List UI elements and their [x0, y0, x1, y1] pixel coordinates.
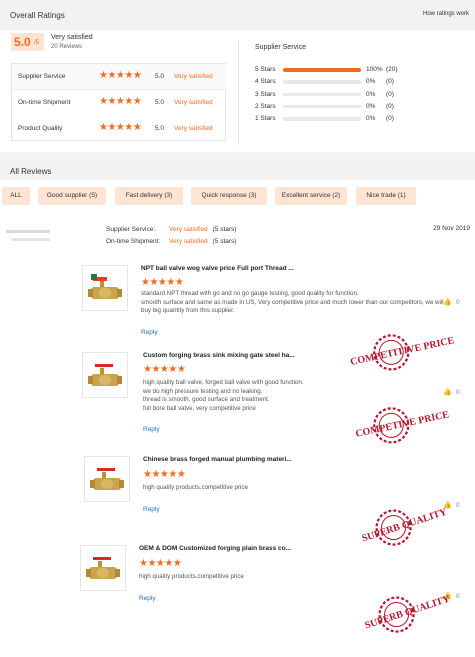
distribution-bar	[283, 104, 361, 109]
distribution-count: (0)	[386, 115, 394, 123]
distribution-bar	[283, 68, 361, 72]
filter-good-supplier[interactable]: Good supplier (5)	[38, 187, 106, 205]
distribution-percent: 0%	[366, 78, 376, 86]
distribution-percent: 100%	[366, 66, 383, 73]
reviewer-name-blurred	[6, 230, 50, 233]
review-shipment-label: On-time Shipment:	[106, 238, 161, 245]
metric-row-on-time-shipment: On-time Shipment ★★★★★ 5.0 Very satisfie…	[12, 90, 227, 116]
metric-row-product-quality: Product Quality ★★★★★ 5.0 Very satisfied	[12, 116, 227, 142]
section-separator	[0, 152, 475, 160]
product-title-link[interactable]: Chinese brass forged manual plumbing mat…	[143, 456, 292, 463]
how-ratings-work-link[interactable]: How ratings work	[423, 11, 469, 17]
star-level-label: 4 Stars	[255, 78, 276, 86]
reply-link[interactable]: Reply	[143, 426, 160, 433]
reviewer-country-blurred	[12, 238, 50, 241]
product-thumbnail[interactable]	[84, 456, 130, 502]
review-supplier-service: Supplier Service:	[106, 226, 155, 233]
distribution-percent: 0%	[366, 90, 376, 98]
star-level-label: 5 Stars	[255, 66, 276, 73]
distribution-count: (20)	[386, 66, 398, 73]
star-level-label: 1 Stars	[255, 115, 276, 123]
metric-label: Product Quality	[18, 125, 63, 132]
star-distribution-row: 1 Stars 0% (0)	[255, 115, 475, 125]
distribution-bar	[283, 92, 361, 97]
review-shipment-rating: Very satisfied (5 stars)	[169, 238, 236, 245]
metric-verdict: Very satisfied	[174, 73, 213, 80]
review-body-text: high quality products.competitive price	[143, 484, 248, 491]
overall-verdict: Very satisfied	[51, 34, 93, 41]
review-supplier-rating: Very satisfied (5 stars)	[169, 226, 236, 233]
filter-fast-delivery[interactable]: Fast delivery (3)	[115, 187, 183, 205]
metric-score: 5.0	[155, 99, 165, 106]
rating-metrics-table: Supplier Service ★★★★★ 5.0 Very satisfie…	[11, 63, 227, 142]
metric-row-supplier-service: Supplier Service ★★★★★ 5.0 Very satisfie…	[12, 64, 227, 90]
distribution-bar	[283, 80, 361, 84]
review-stamp-icon: COMPETIVE PRICE	[345, 393, 460, 455]
distribution-percent: 0%	[366, 115, 376, 123]
product-star-rating-icon: ★★★★★	[143, 364, 186, 375]
review-shipment-stars: (5 stars)	[212, 238, 237, 245]
all-reviews-title: All Reviews	[10, 167, 52, 176]
distribution-bar	[283, 117, 361, 121]
filter-excellent-service[interactable]: Excellent service (2)	[275, 187, 347, 205]
review-supplier-stars: (5 stars)	[212, 226, 237, 233]
review-shipment-value: Very satisfied	[169, 238, 208, 245]
star-level-label: 3 Stars	[255, 90, 276, 98]
product-star-rating-icon: ★★★★★	[143, 469, 186, 480]
reply-link[interactable]: Reply	[143, 506, 160, 513]
product-star-rating-icon: ★★★★★	[141, 277, 184, 288]
review-supplier-label: Supplier Service:	[106, 226, 156, 233]
star-level-label: 2 Stars	[255, 102, 276, 110]
filter-quick-response[interactable]: Quick response (3)	[191, 187, 267, 205]
review-stamp-icon: COMPETITIVE PRICE	[345, 320, 460, 382]
metric-label: On-time Shipment	[18, 99, 71, 106]
reviews-count: 20 Reviews	[51, 44, 83, 50]
filter-nice-trade[interactable]: Nice trade (1)	[356, 187, 416, 205]
product-title-link[interactable]: Custom forging brass sink mixing gate st…	[143, 352, 295, 359]
product-thumbnail[interactable]	[80, 545, 126, 591]
metric-verdict: Very satisfied	[174, 125, 213, 132]
metric-verdict: Very satisfied	[174, 99, 213, 106]
product-title-link[interactable]: OEM & DOM Customized forging plain brass…	[139, 545, 291, 552]
review-stamp-icon: SUPERB QUALITY	[350, 581, 465, 643]
product-title-link[interactable]: NPT ball valve wog valve price Full port…	[141, 265, 294, 272]
star-rating-icon: ★★★★★	[99, 96, 142, 107]
review-stamp-icon: SUPERB QUALITY	[347, 494, 462, 556]
overall-score: 5.0	[14, 35, 31, 49]
thumbs-up-icon[interactable]: 👍	[443, 298, 452, 306]
metric-score: 5.0	[155, 125, 165, 132]
review-on-time-shipment: On-time Shipment:	[106, 238, 160, 245]
distribution-percent: 0%	[366, 102, 376, 110]
reply-link[interactable]: Reply	[139, 595, 156, 602]
section-divider	[238, 40, 239, 145]
star-rating-icon: ★★★★★	[99, 70, 142, 81]
review-date: 29 Nov 2019	[433, 225, 470, 232]
filter-all[interactable]: ALL	[2, 187, 30, 205]
review-supplier-value: Very satisfied	[169, 226, 208, 233]
star-distribution-row: 3 Stars 0% (0)	[255, 91, 475, 101]
star-distribution-row: 2 Stars 0% (0)	[255, 103, 475, 113]
overall-score-denominator: /5	[34, 40, 40, 46]
star-distribution-row: 4 Stars 0% (0)	[255, 78, 475, 88]
review-body-text: standard NPT thread with go and no go ga…	[141, 290, 444, 314]
distribution-count: (0)	[386, 90, 394, 98]
metric-score: 5.0	[155, 73, 165, 80]
star-distribution-row: 5 Stars 100% (20)	[255, 66, 475, 76]
distribution-count: (0)	[386, 102, 394, 110]
supplier-service-title: Supplier Service	[255, 44, 306, 51]
reply-link[interactable]: Reply	[141, 329, 158, 336]
distribution-count: (0)	[386, 78, 394, 86]
product-thumbnail[interactable]	[82, 352, 128, 398]
svg-text:SUPERB QUALITY: SUPERB QUALITY	[361, 506, 449, 544]
all-reviews-header	[0, 160, 475, 180]
metric-label: Supplier Service	[18, 73, 66, 80]
overall-ratings-title: Overall Ratings	[10, 11, 65, 20]
product-thumbnail[interactable]	[82, 265, 128, 311]
svg-text:SUPERB QUALITY: SUPERB QUALITY	[364, 593, 452, 631]
distribution-bar-fill	[283, 68, 361, 72]
product-star-rating-icon: ★★★★★	[139, 558, 182, 569]
like-count: 0	[456, 299, 460, 306]
star-rating-icon: ★★★★★	[99, 122, 142, 133]
overall-ratings-header	[0, 0, 475, 30]
